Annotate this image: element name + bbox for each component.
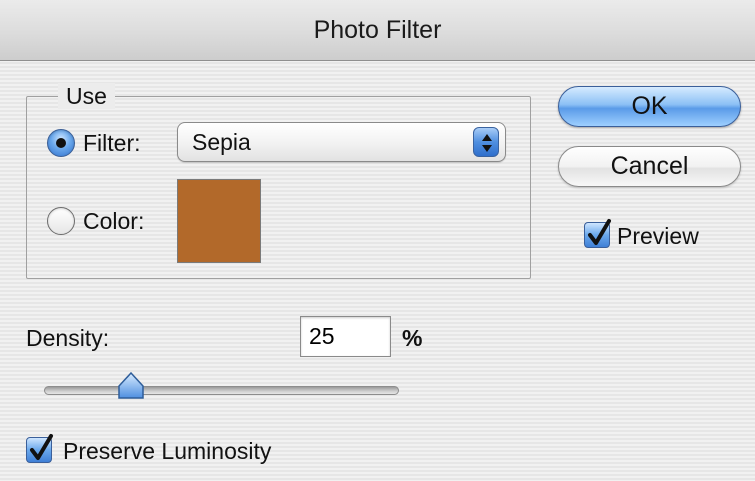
- density-slider-track[interactable]: [44, 386, 399, 395]
- preserve-luminosity-checkbox[interactable]: [26, 434, 53, 463]
- checkmark-icon: [588, 219, 611, 245]
- density-input[interactable]: [300, 316, 391, 357]
- density-slider-thumb[interactable]: [116, 371, 146, 400]
- density-label: Density:: [26, 325, 110, 351]
- preview-checkbox[interactable]: [584, 219, 611, 248]
- filter-radio-button[interactable]: [47, 129, 75, 157]
- cancel-button[interactable]: Cancel: [558, 146, 741, 187]
- filter-select-value: Sepia: [192, 129, 251, 155]
- color-swatch[interactable]: [177, 179, 261, 263]
- preview-label[interactable]: Preview: [617, 222, 699, 250]
- checkmark-icon: [30, 434, 53, 460]
- dialog-title: Photo Filter: [0, 0, 755, 61]
- filter-select[interactable]: Sepia: [177, 122, 506, 162]
- color-radio-label[interactable]: Color:: [83, 207, 144, 235]
- percent-unit: %: [402, 325, 423, 351]
- color-radio-button[interactable]: [47, 207, 75, 235]
- updown-arrows-icon: [473, 127, 499, 157]
- radio-selected-dot: [56, 138, 66, 148]
- slider-thumb-icon: [118, 371, 144, 399]
- filter-radio-label[interactable]: Filter:: [83, 129, 141, 157]
- preserve-luminosity-label[interactable]: Preserve Luminosity: [63, 437, 271, 465]
- ok-button[interactable]: OK: [558, 86, 741, 127]
- use-group-legend: Use: [58, 83, 115, 109]
